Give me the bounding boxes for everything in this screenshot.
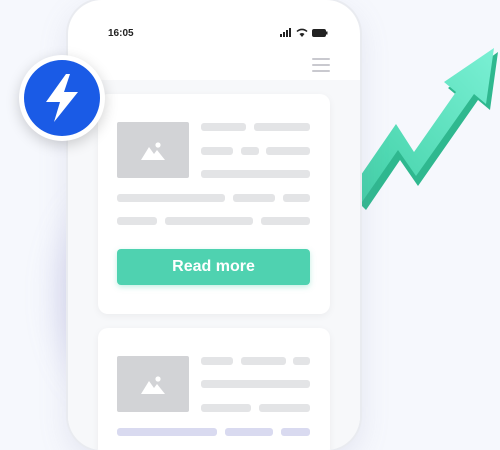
lightning-bolt-icon [46, 74, 78, 122]
text-placeholder-line [261, 217, 310, 225]
image-placeholder-icon [141, 376, 165, 394]
title-placeholder-line [201, 357, 233, 365]
title-placeholder-line [254, 123, 310, 131]
text-placeholder-line [283, 194, 310, 202]
signal-icon [280, 28, 291, 37]
text-placeholder-line [117, 428, 217, 436]
article-thumbnail [117, 122, 189, 178]
status-bar: 16:05 [68, 22, 360, 46]
title-placeholder-line [241, 357, 286, 365]
text-placeholder-line [233, 194, 275, 202]
text-placeholder-line [117, 217, 157, 225]
text-placeholder-line [117, 194, 225, 202]
app-header [68, 52, 360, 81]
read-more-button[interactable]: Read more [117, 249, 310, 285]
amp-badge-circle [24, 60, 100, 136]
article-thumbnail [117, 356, 189, 412]
article-card[interactable] [98, 328, 330, 450]
title-placeholder-line [259, 404, 310, 412]
content-feed[interactable]: Read more [68, 80, 360, 450]
hamburger-menu-icon[interactable] [312, 58, 330, 72]
text-placeholder-line [165, 217, 253, 225]
title-placeholder-line [201, 170, 310, 178]
title-placeholder-line [266, 147, 310, 155]
title-placeholder-line [201, 123, 246, 131]
title-placeholder-line [293, 357, 310, 365]
title-placeholder-line [201, 404, 251, 412]
status-icons [280, 28, 328, 37]
title-placeholder-line [201, 147, 233, 155]
wifi-icon [296, 28, 308, 37]
image-placeholder-icon [141, 142, 165, 160]
phone-mockup: 16:05 Read more [68, 0, 360, 450]
battery-icon [312, 28, 328, 37]
title-placeholder-line [201, 380, 310, 388]
status-time: 16:05 [108, 28, 134, 39]
title-placeholder-line [241, 147, 259, 155]
amp-badge [19, 55, 105, 141]
article-card[interactable]: Read more [98, 94, 330, 314]
trend-up-arrow-icon [352, 48, 498, 210]
text-placeholder-line [225, 428, 273, 436]
text-placeholder-line [281, 428, 310, 436]
